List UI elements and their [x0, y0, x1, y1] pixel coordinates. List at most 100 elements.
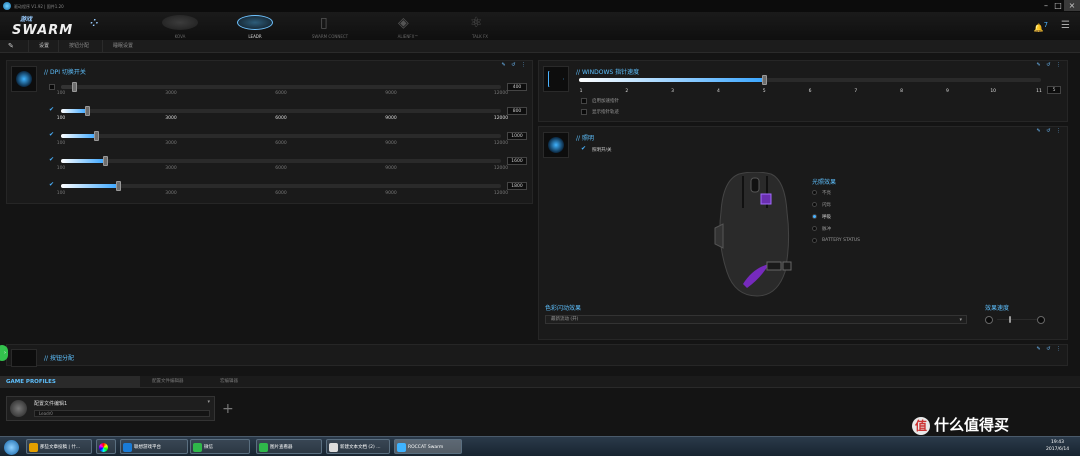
- dpi-value-4[interactable]: 1600: [507, 157, 527, 165]
- taskbar-item-lenovo[interactable]: 联想游戏平台: [120, 439, 188, 454]
- tick-label: 6000: [275, 91, 287, 96]
- phone-icon: ▯: [320, 15, 328, 31]
- device-tab-swarm-connect[interactable]: ▯ SWARM CONNECT: [290, 12, 370, 40]
- profile-card[interactable]: 配置文件编辑1 ▾ Leadr0: [6, 396, 215, 421]
- dpi-slider-5[interactable]: [61, 181, 501, 191]
- speed-slider[interactable]: [997, 316, 1037, 323]
- taskbar-item-notepad[interactable]: 新建文本文档 (2) ...: [326, 439, 390, 454]
- effect-label-pulse: 脉冲: [822, 227, 831, 232]
- swarm-logo: 游戏 SWARM ⁘: [12, 14, 102, 38]
- close-button[interactable]: ×: [1064, 0, 1080, 11]
- maximize-button[interactable]: □: [1052, 0, 1064, 11]
- effect-radio-off[interactable]: [812, 190, 817, 195]
- start-button[interactable]: [4, 440, 19, 455]
- taskbar-item-color[interactable]: [96, 439, 116, 454]
- pin-icon[interactable]: ✎: [8, 42, 14, 50]
- mouse-kova-icon: [162, 15, 198, 30]
- dpi-value-5[interactable]: 1800: [507, 182, 527, 190]
- taskbar: 那些文章投稿 | 什... 联想游戏平台 微信 图片查看器 新建文本文档 (2)…: [0, 436, 1080, 456]
- mouse-leadr-icon: [237, 15, 273, 30]
- tick-label: 6000: [275, 116, 287, 121]
- pointer-ticks: 1 2 3 4 5 6 7 8 9 10 11: [579, 89, 1042, 95]
- speed-increase-button[interactable]: [1037, 316, 1045, 324]
- effect-radio-pulse[interactable]: [812, 226, 817, 231]
- dpi-checkbox-3[interactable]: ✔: [49, 132, 55, 138]
- tick-label: 1: [579, 89, 583, 94]
- panel-tools-icon[interactable]: ✎ ↺ ⋮: [501, 62, 528, 68]
- tick-label: 5: [762, 89, 766, 94]
- notification-bell-icon[interactable]: 🔔7: [1034, 21, 1048, 33]
- dpi-slider-2[interactable]: [61, 106, 501, 116]
- tick-label: 3000: [165, 166, 177, 171]
- tab-game-profiles[interactable]: GAME PROFILES: [0, 376, 140, 388]
- color-effect-dropdown[interactable]: 最新流动 (开) ▾: [545, 315, 967, 324]
- mouse-illustration: [714, 172, 792, 297]
- dpi-slider-1[interactable]: [61, 82, 501, 92]
- dpi-ticks-5: 100 3000 6000 9000 12000: [57, 191, 508, 197]
- taskbar-item-wechat[interactable]: 微信: [190, 439, 250, 454]
- alien-icon: ◈: [398, 15, 409, 31]
- minimize-button[interactable]: –: [1040, 0, 1052, 11]
- buttons-icon: [11, 349, 37, 367]
- dpi-checkbox-4[interactable]: ✔: [49, 157, 55, 163]
- chevron-down-icon[interactable]: ▾: [207, 399, 210, 405]
- device-tab-leadr[interactable]: LEADR: [215, 12, 295, 40]
- trail-checkbox[interactable]: [581, 109, 587, 115]
- dpi-value-3[interactable]: 1000: [507, 132, 527, 140]
- speed-decrease-button[interactable]: [985, 316, 993, 324]
- tick-label: 9000: [385, 116, 397, 121]
- side-arrow-button[interactable]: ›: [0, 345, 8, 361]
- pointer-speed-slider[interactable]: [579, 75, 1041, 85]
- sub-navigation: ✎ 设置 按钮分配 睡眠设置: [0, 40, 1080, 53]
- effect-radio-blink[interactable]: [812, 202, 817, 207]
- talkfx-icon: ⚛: [470, 15, 483, 31]
- effect-radio-breathe[interactable]: [812, 214, 817, 219]
- accel-checkbox[interactable]: [581, 98, 587, 104]
- taskbar-item-browser[interactable]: 那些文章投稿 | 什...: [26, 439, 92, 454]
- panel-tools-icon[interactable]: ✎ ↺ ⋮: [1036, 62, 1063, 68]
- tab-button-assignment[interactable]: 按钮分配: [58, 40, 99, 53]
- tick-label: 4: [716, 89, 720, 94]
- pointer-speed-panel: // WINDOWS 指针速度 ✎ ↺ ⋮ 1 2 3 4 5 6 7 8 9 10 11 5 启用…: [538, 60, 1068, 122]
- logo-dots-icon: ⁘: [90, 18, 99, 29]
- accel-label: 启用加速指针: [592, 99, 619, 104]
- title-bar: 驱动程序 V1.92 | 固件1.20 – □ ×: [0, 0, 1080, 12]
- add-profile-button[interactable]: +: [222, 401, 234, 417]
- tab-profile-editor[interactable]: 配置文件编辑器: [152, 376, 184, 388]
- taskbar-item-viewer[interactable]: 图片查看器: [256, 439, 322, 454]
- tick-label: 12000: [493, 166, 509, 171]
- panel-tools-icon[interactable]: ✎ ↺ ⋮: [1036, 346, 1063, 352]
- device-tab-kova[interactable]: KOVA: [140, 12, 220, 40]
- menu-icon[interactable]: ☰: [1061, 20, 1070, 31]
- dpi-checkbox-1[interactable]: [49, 84, 55, 90]
- tick-label: 10: [990, 89, 997, 94]
- tab-settings[interactable]: 设置: [28, 40, 59, 53]
- tab-macro-editor[interactable]: 宏编辑器: [220, 376, 238, 388]
- cursor-icon: [543, 66, 569, 92]
- taskbar-item-roccat[interactable]: ROCCAT Swarm: [394, 439, 462, 454]
- lighting-onoff-checkbox[interactable]: ✔: [581, 146, 587, 152]
- device-tab-talkfx[interactable]: ⚛ TALK FX: [440, 12, 520, 40]
- watermark: 值什么值得买: [912, 414, 1009, 435]
- tab-sleep-settings[interactable]: 睡眠设置: [102, 40, 143, 53]
- effect-radio-battery[interactable]: [812, 238, 817, 243]
- dpi-checkbox-5[interactable]: ✔: [49, 182, 55, 188]
- dpi-slider-3[interactable]: [61, 131, 501, 141]
- tick-label: 7: [854, 89, 858, 94]
- tick-label: 9: [945, 89, 949, 94]
- device-tab-alienfx[interactable]: ◈ ALIENFX™: [368, 12, 448, 40]
- dpi-checkbox-2[interactable]: ✔: [49, 107, 55, 113]
- dpi-value-1[interactable]: 400: [507, 83, 527, 91]
- profile-subfield[interactable]: Leadr0: [34, 410, 210, 417]
- pointer-speed-value[interactable]: 5: [1047, 86, 1061, 94]
- bulb-icon: [543, 132, 569, 158]
- tick-label: 6000: [275, 191, 287, 196]
- panel-tools-icon[interactable]: ✎ ↺ ⋮: [1036, 128, 1063, 134]
- dpi-value-2[interactable]: 800: [507, 107, 527, 115]
- tick-label: 6000: [275, 166, 287, 171]
- tick-label: 100: [56, 116, 66, 121]
- color-effect-title: 色彩闪动效果: [545, 305, 582, 312]
- clock[interactable]: 19:43 2017/6/14: [1046, 439, 1069, 453]
- lighting-onoff-label: 照明开/关: [592, 148, 612, 153]
- dpi-slider-4[interactable]: [61, 156, 501, 166]
